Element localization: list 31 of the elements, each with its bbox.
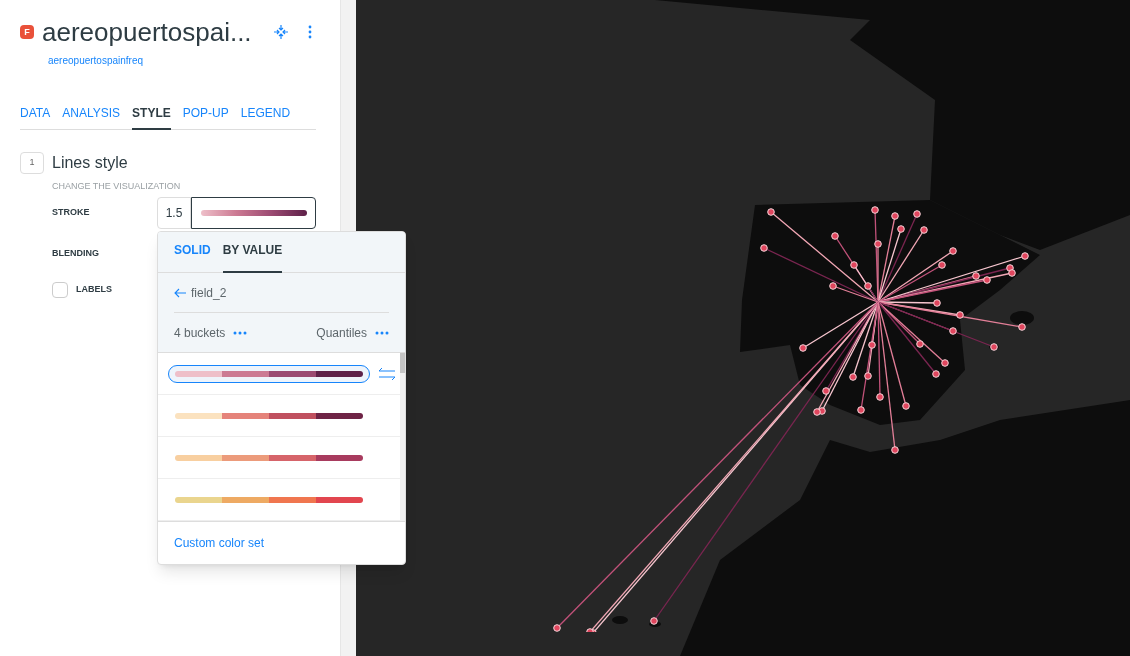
options-icon[interactable]: [308, 25, 312, 40]
panel-tab[interactable]: DATA: [20, 103, 51, 130]
section-subtitle: CHANGE THE VISUALIZATION: [52, 179, 181, 193]
more-icon[interactable]: [233, 330, 248, 335]
labels-label: LABELS: [76, 282, 112, 296]
labels-checkbox[interactable]: [52, 281, 68, 298]
custom-color-set-link[interactable]: Custom color set: [174, 534, 265, 552]
layer-source-link[interactable]: aereopuertospainfreq: [48, 52, 144, 68]
layer-badge: F: [20, 25, 34, 40]
color-ramp-option[interactable]: [168, 364, 370, 383]
fill-mode-tab[interactable]: SOLID: [174, 241, 211, 273]
stroke-width-field[interactable]: 1.5: [157, 197, 191, 229]
swap-icon[interactable]: [378, 366, 396, 381]
panel-tab[interactable]: POP-UP: [182, 103, 229, 130]
fill-mode-tab[interactable]: BY VALUE: [222, 241, 283, 273]
back-arrow-icon[interactable]: [174, 287, 187, 298]
panel-tab[interactable]: STYLE: [132, 103, 171, 130]
panel-tab[interactable]: ANALYSIS: [62, 103, 121, 130]
field-name: field_2: [191, 284, 227, 302]
stroke-label: STROKE: [52, 206, 91, 220]
color-ramp-field[interactable]: [191, 197, 316, 229]
collapse-icon[interactable]: [274, 25, 288, 40]
layer-title: aereopuertospai...: [42, 16, 252, 49]
more-icon[interactable]: [375, 330, 389, 335]
panel-tab[interactable]: LEGEND: [240, 103, 291, 130]
section-title: Lines style: [52, 152, 128, 173]
classification-method: Quantiles: [316, 324, 367, 342]
step-number: 1: [20, 151, 44, 174]
scrollbar-thumb[interactable]: [400, 353, 405, 373]
buckets-count: 4 buckets: [174, 324, 226, 342]
blending-label: BLENDING: [52, 247, 99, 260]
